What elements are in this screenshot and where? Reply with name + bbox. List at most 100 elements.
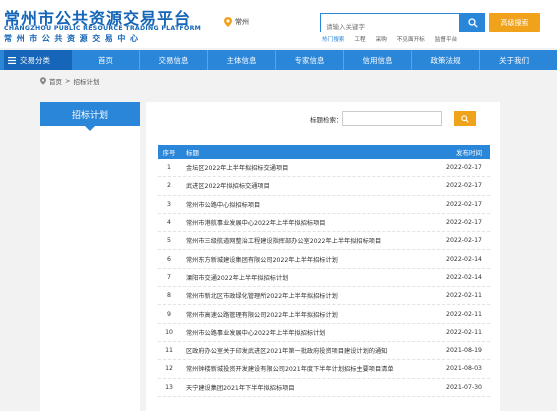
row-date: 2022-02-17	[446, 237, 482, 245]
page: 常州市公共资源交易平台 CHANGZHOU PUBLIC RESOURCE TR…	[0, 0, 557, 411]
row-title[interactable]: 常州市三级航道网整治工程建设指挥部办公室2022年上半年拟招标项目	[180, 236, 424, 245]
search-box	[320, 13, 460, 36]
table-row[interactable]: 7 溧阳市交通2022年上半年拟招标计划 2022-02-14	[158, 269, 490, 288]
row-number: 9	[167, 310, 171, 318]
table-body: 1 金坛区2022年上半年拟招标交通项目 2022-02-17 2 武进区2022年拟招…	[158, 159, 490, 397]
sidebar-arrow-icon	[85, 126, 95, 131]
row-number: 6	[167, 255, 171, 263]
table-row[interactable]: 2 武进区2022年拟招标交通项目 2022-02-17	[158, 177, 490, 196]
nav-item-home[interactable]: 首页	[72, 50, 140, 70]
breadcrumb: 首页 > 招标计划	[40, 76, 99, 86]
breadcrumb-separator: >	[65, 77, 71, 85]
results-table: 序号 标题 发布时间 1 金坛区2022年上半年拟招标交通项目 2022-02-17…	[158, 145, 490, 397]
row-title[interactable]: 常州市高速公路管理有限公司2022年上半年拟招标计划	[180, 310, 424, 319]
table-row[interactable]: 1 金坛区2022年上半年拟招标交通项目 2022-02-17	[158, 159, 490, 178]
nav-item-trading-info[interactable]: 交易信息	[140, 50, 208, 70]
row-number: 11	[165, 347, 173, 355]
header-date: 发布时间	[456, 149, 482, 157]
table-row[interactable]: 8 常州市新北区市政绿化管理所2022年上半年拟招标计划 2022-02-11	[158, 287, 490, 306]
row-number: 5	[167, 237, 171, 245]
row-title[interactable]: 常州市港航事业发展中心2022年上半年拟招标项目	[180, 218, 424, 227]
row-number: 8	[167, 292, 171, 300]
row-title[interactable]: 武进区2022年拟招标交通项目	[180, 181, 424, 190]
nav-items: 首页 交易信息 主体信息 专家信息 信用信息 政策法规 关于我们	[72, 50, 548, 70]
quick-link-remote-bid[interactable]: 不见面开标	[397, 35, 425, 43]
header: 常州市公共资源交易平台 CHANGZHOU PUBLIC RESOURCE TR…	[0, 0, 557, 48]
table-row[interactable]: 12 常州钟楼新城投资开发建设有限公司2021年度下半年计划招标主要项目清单 202…	[158, 360, 490, 379]
table-row[interactable]: 10 常州市公路事业发展中心2022年上半年拟招标计划 2022-02-11	[158, 324, 490, 342]
nav-item-entity-info[interactable]: 主体信息	[208, 50, 276, 70]
row-date: 2021-07-30	[446, 383, 482, 391]
nav-item-expert-info[interactable]: 专家信息	[276, 50, 344, 70]
quick-links: 热门搜索 工程 采购 不见面开标 监督平台	[322, 35, 457, 43]
table-row[interactable]: 13 天宁建设集团2021年下半年拟招标项目 2021-07-30	[158, 379, 490, 397]
search-icon	[461, 114, 469, 123]
row-date: 2022-02-14	[446, 273, 482, 281]
sidebar: 招标计划	[40, 102, 140, 411]
table-row[interactable]: 9 常州市高速公路管理有限公司2022年上半年拟招标计划 2022-02-11	[158, 305, 490, 324]
table-row[interactable]: 4 常州市港航事业发展中心2022年上半年拟招标项目 2022-02-17	[158, 214, 490, 233]
breadcrumb-current: 招标计划	[73, 78, 100, 86]
row-date: 2021-08-03	[446, 365, 482, 373]
filter-label: 标题检索：	[310, 116, 343, 124]
logo-subtitle-cn: 常州市公共资源交易中心	[4, 34, 143, 43]
row-date: 2022-02-11	[446, 328, 482, 336]
row-date: 2022-02-17	[446, 164, 482, 172]
main-content: 标题检索： 序号 标题 发布时间 1 金坛区2022年上半年拟招标交通项目 2022…	[146, 102, 500, 411]
row-title[interactable]: 常州市公路事业发展中心2022年上半年拟招标计划	[180, 328, 424, 337]
row-number: 4	[167, 219, 171, 227]
quick-link-engineering[interactable]: 工程	[354, 35, 365, 43]
row-date: 2021-08-19	[446, 347, 482, 355]
main-nav: 交易分类 首页 交易信息 主体信息 专家信息 信用信息 政策法规 关于我们	[0, 50, 557, 70]
quick-link-procurement[interactable]: 采购	[376, 35, 387, 43]
header-no: 序号	[162, 149, 176, 157]
nav-item-about[interactable]: 关于我们	[480, 50, 548, 70]
row-number: 1	[167, 164, 171, 172]
location-text[interactable]: 常州	[235, 17, 249, 27]
header-title: 标题	[186, 149, 199, 157]
breadcrumb-home[interactable]: 首页	[49, 76, 62, 86]
row-number: 12	[165, 365, 173, 373]
table-row[interactable]: 11 区政府办公室关于印发武进区2021年第一批政府投资项目建设计划的通知 2021…	[158, 342, 490, 361]
table-header: 序号 标题 发布时间	[158, 145, 490, 159]
row-number: 7	[167, 273, 171, 281]
category-menu-button[interactable]: 交易分类	[4, 50, 72, 70]
category-menu-label: 交易分类	[20, 55, 50, 65]
table-row[interactable]: 6 常州东方新城建设集团有限公司2022年上半年招标计划 2022-02-14	[158, 250, 490, 269]
row-number: 13	[165, 383, 173, 391]
sidebar-title[interactable]: 招标计划	[40, 102, 140, 126]
search-input[interactable]	[321, 18, 459, 36]
row-number: 3	[167, 200, 171, 208]
row-date: 2022-02-17	[446, 182, 482, 190]
search-icon	[467, 17, 478, 28]
filter-search-button[interactable]	[454, 111, 476, 126]
menu-icon	[8, 56, 16, 64]
quick-link-hot: 热门搜索	[322, 37, 345, 43]
advanced-search-button[interactable]: 高级搜索	[489, 13, 540, 32]
row-date: 2022-02-11	[446, 292, 482, 300]
row-date: 2022-02-17	[446, 219, 482, 227]
row-number: 10	[165, 328, 173, 336]
row-title[interactable]: 溧阳市交通2022年上半年拟招标计划	[180, 273, 424, 282]
row-title[interactable]: 常州市新北区市政绿化管理所2022年上半年拟招标计划	[180, 291, 424, 300]
row-date: 2022-02-17	[446, 200, 482, 208]
row-title[interactable]: 常州钟楼新城投资开发建设有限公司2021年度下半年计划招标主要项目清单	[180, 364, 424, 373]
row-date: 2022-02-14	[446, 255, 482, 263]
title-search-input[interactable]	[342, 111, 442, 126]
table-row[interactable]: 3 常州市公路中心拟招标项目 2022-02-17	[158, 196, 490, 214]
row-title[interactable]: 常州东方新城建设集团有限公司2022年上半年招标计划	[180, 255, 424, 264]
row-number: 2	[167, 182, 171, 190]
location-pin-icon	[224, 17, 232, 27]
location-pin-icon	[40, 77, 46, 85]
row-title[interactable]: 区政府办公室关于印发武进区2021年第一批政府投资项目建设计划的通知	[180, 346, 424, 355]
logo-subtitle-en: CHANGZHOU PUBLIC RESOURCE TRADING PLATFO…	[4, 25, 202, 32]
quick-link-supervision[interactable]: 监督平台	[435, 35, 457, 43]
table-row[interactable]: 5 常州市三级航道网整治工程建设指挥部办公室2022年上半年拟招标项目 2022-0…	[158, 232, 490, 251]
row-title[interactable]: 金坛区2022年上半年拟招标交通项目	[180, 163, 424, 172]
nav-item-credit-info[interactable]: 信用信息	[344, 50, 412, 70]
nav-item-policies[interactable]: 政策法规	[412, 50, 480, 70]
search-button[interactable]	[460, 13, 485, 32]
row-title[interactable]: 天宁建设集团2021年下半年拟招标项目	[180, 383, 424, 392]
row-title[interactable]: 常州市公路中心拟招标项目	[180, 200, 424, 209]
row-date: 2022-02-11	[446, 310, 482, 318]
